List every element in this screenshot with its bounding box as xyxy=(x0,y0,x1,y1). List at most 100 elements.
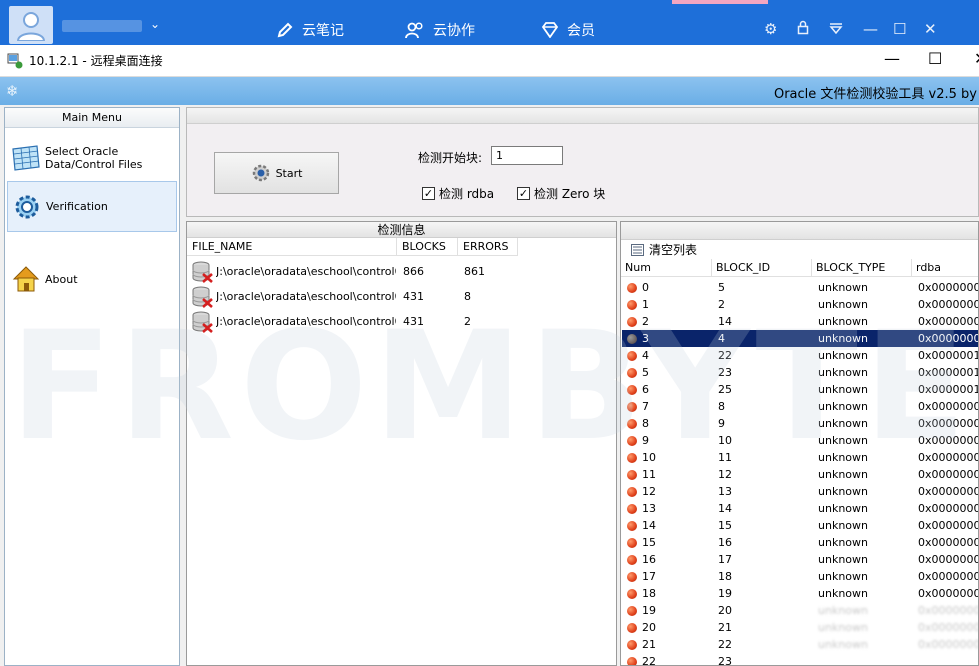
chevron-down-icon[interactable]: ⌄ xyxy=(150,17,160,31)
block-id-value: 16 xyxy=(718,536,732,549)
table-row[interactable]: 14 15 unknown 0x00000000 xyxy=(622,517,978,534)
start-button[interactable]: Start xyxy=(214,152,339,194)
col-header-blocks[interactable]: BLOCKS xyxy=(397,238,458,256)
verification-controls: Start 检测开始块: 1 ✓ 检测 rdba ✓ 检测 Zero 块 xyxy=(186,107,979,217)
detect-info-panel: 检测信息 FILE_NAME BLOCKS ERRORS J:\oracle\o… xyxy=(186,221,617,666)
rdp-close-icon[interactable]: ✕ xyxy=(974,49,979,68)
controls-header-strip xyxy=(187,108,978,124)
table-row[interactable]: 8 9 unknown 0x00000000 xyxy=(622,415,978,432)
block-id-value: 18 xyxy=(718,570,732,583)
col-header-rdba[interactable]: rdba xyxy=(912,259,978,277)
status-dot-icon xyxy=(627,300,637,310)
maximize-icon[interactable]: ☐ xyxy=(893,20,906,38)
table-row[interactable]: 10 11 unknown 0x00000000 xyxy=(622,449,978,466)
status-dot-icon xyxy=(627,572,637,582)
checkbox-checked[interactable]: ✓ xyxy=(517,187,530,200)
block-type-value: unknown xyxy=(818,349,868,362)
rdba-value: 0x00000006 xyxy=(918,468,978,481)
check-rdba-checkbox[interactable]: ✓ 检测 rdba xyxy=(422,185,494,202)
table-row[interactable]: 22 23 xyxy=(622,653,978,665)
block-id-value: 25 xyxy=(718,383,732,396)
status-dot-icon xyxy=(627,640,637,650)
col-header-file-name[interactable]: FILE_NAME xyxy=(187,238,397,256)
block-id-value: 5 xyxy=(718,281,725,294)
table-row-selected[interactable]: 3 4 unknown 0x00000002 xyxy=(622,330,978,347)
block-list-header-strip xyxy=(621,222,978,240)
col-header-num[interactable]: Num xyxy=(621,259,712,277)
table-row[interactable]: 0 5 unknown 0x00000005 xyxy=(622,279,978,296)
start-block-input[interactable]: 1 xyxy=(491,146,563,165)
table-row[interactable]: 15 16 unknown 0x00000008 xyxy=(622,534,978,551)
close-icon[interactable]: ✕ xyxy=(924,20,937,38)
menu-item-about[interactable]: About xyxy=(7,261,177,297)
minimize-icon[interactable]: — xyxy=(863,20,878,38)
status-dot-icon xyxy=(627,623,637,633)
col-header-block-id[interactable]: BLOCK_ID xyxy=(712,259,812,277)
num-value: 20 xyxy=(642,621,656,634)
table-row[interactable]: 20 21 unknown 0x00000000 xyxy=(622,619,978,636)
table-row[interactable]: 12 13 unknown 0x00000000 xyxy=(622,483,978,500)
table-row[interactable]: 9 10 unknown 0x00000005 xyxy=(622,432,978,449)
table-row[interactable]: 19 20 unknown 0x00000000 xyxy=(622,602,978,619)
settings-icon[interactable]: ⚙ xyxy=(764,20,777,38)
table-row[interactable]: 21 22 unknown 0x00000000 xyxy=(622,636,978,653)
rdba-value: 0x00000007 xyxy=(918,502,978,515)
table-row[interactable]: J:\oracle\oradata\eschool\control0... 431… xyxy=(192,309,471,334)
table-row[interactable]: J:\oracle\oradata\eschool\control0... 431… xyxy=(192,284,471,309)
lock-icon[interactable] xyxy=(797,20,809,39)
pen-icon xyxy=(277,22,293,38)
status-dot-icon xyxy=(627,283,637,293)
table-row[interactable]: 4 22 unknown 0x00000016 xyxy=(622,347,978,364)
avatar[interactable] xyxy=(9,6,53,44)
table-row[interactable]: 6 25 unknown 0x00000019 xyxy=(622,381,978,398)
file-name: J:\oracle\oradata\eschool\control0... xyxy=(216,290,396,303)
table-row[interactable]: 18 19 unknown 0x00000000 xyxy=(622,585,978,602)
clear-list-label: 清空列表 xyxy=(649,243,698,257)
checkbox-checked[interactable]: ✓ xyxy=(422,187,435,200)
block-id-value: 22 xyxy=(718,349,732,362)
rdba-value: 0x00000005 xyxy=(918,281,978,294)
block-type-value: unknown xyxy=(818,332,868,345)
col-header-errors[interactable]: ERRORS xyxy=(458,238,518,256)
table-row[interactable]: 7 8 unknown 0x00000004 xyxy=(622,398,978,415)
table-row[interactable]: 11 12 unknown 0x00000006 xyxy=(622,466,978,483)
table-row[interactable]: 5 23 unknown 0x00000017 xyxy=(622,364,978,381)
status-dot-icon xyxy=(627,385,637,395)
dropdown-icon[interactable] xyxy=(829,20,843,38)
block-id-value: 19 xyxy=(718,587,732,600)
status-dot-icon xyxy=(627,657,637,665)
nav-cloud-notes[interactable]: 云笔记 xyxy=(276,20,344,40)
col-header-block-type[interactable]: BLOCK_TYPE xyxy=(812,259,912,277)
detect-info-title: 检测信息 xyxy=(187,222,616,238)
block-id-value: 14 xyxy=(718,502,732,515)
nav-membership[interactable]: 会员 xyxy=(541,20,595,40)
block-list-panel: 清空列表 Num BLOCK_ID BLOCK_TYPE rdba 0 5 unkn… xyxy=(620,221,979,666)
block-id-value: 10 xyxy=(718,434,732,447)
table-row[interactable]: 13 14 unknown 0x00000007 xyxy=(622,500,978,517)
status-dot-icon xyxy=(627,606,637,616)
gear-icon xyxy=(252,164,269,182)
rdp-maximize-icon[interactable]: ☐ xyxy=(928,49,942,68)
num-value: 15 xyxy=(642,536,656,549)
table-row[interactable]: 1 2 unknown 0x00000000 xyxy=(622,296,978,313)
table-row[interactable]: 17 18 unknown 0x00000009 xyxy=(622,568,978,585)
rdba-value: 0x00000000 xyxy=(918,417,978,430)
block-id-value: 4 xyxy=(718,332,725,345)
table-row[interactable]: J:\oracle\oradata\eschool\control0... 866… xyxy=(192,259,485,284)
nav-cloud-collab[interactable]: 云协作 xyxy=(405,20,475,40)
rdba-value: 0x00000017 xyxy=(918,366,978,379)
clear-list-button[interactable]: 清空列表 xyxy=(631,241,697,258)
block-id-value: 13 xyxy=(718,485,732,498)
main-menu-panel: Main Menu Select Oracle Data/Control Fil… xyxy=(4,107,180,666)
num-value: 4 xyxy=(642,349,649,362)
list-icon xyxy=(631,243,644,256)
check-zero-block-checkbox[interactable]: ✓ 检测 Zero 块 xyxy=(517,185,605,202)
table-row[interactable]: 16 17 unknown 0x00000000 xyxy=(622,551,978,568)
table-row[interactable]: 2 14 unknown 0x0000000E xyxy=(622,313,978,330)
menu-item-select-files[interactable]: Select Oracle Data/Control Files xyxy=(7,138,177,178)
account-name-blurred[interactable] xyxy=(62,20,142,32)
block-type-value: unknown xyxy=(818,587,868,600)
menu-item-verification[interactable]: Verification xyxy=(7,181,177,232)
rdp-minimize-icon[interactable]: — xyxy=(884,49,900,68)
rdba-value: 0x00000000 xyxy=(918,638,978,651)
